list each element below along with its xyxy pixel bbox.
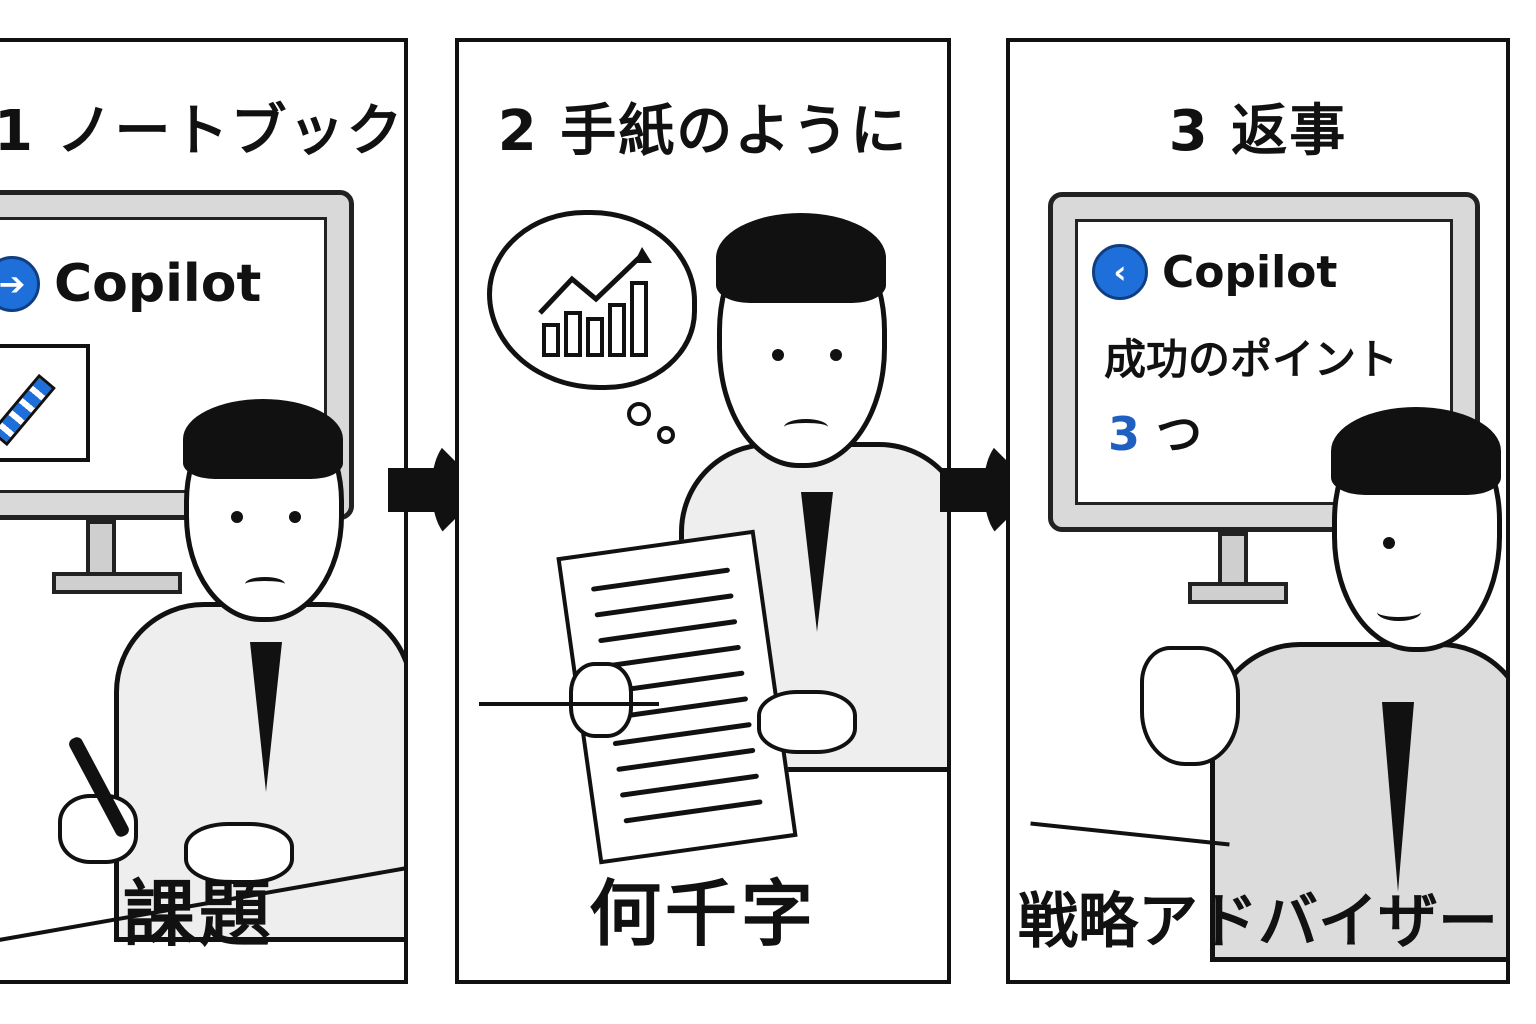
copilot-logo-icon: ‹ xyxy=(1092,244,1148,300)
notebook-window xyxy=(0,344,90,462)
hand xyxy=(569,662,633,738)
desk-edge xyxy=(1030,821,1230,847)
hair xyxy=(716,213,886,303)
panel-title: 3 返事 xyxy=(1168,99,1348,164)
person-head xyxy=(716,213,887,468)
necktie xyxy=(801,492,833,632)
panel-caption: 戦略アドバイザー xyxy=(1018,887,1498,957)
desk-edge xyxy=(479,702,659,706)
monitor-base xyxy=(1188,582,1288,604)
copilot-brand: Copilot xyxy=(1162,246,1338,298)
copilot-brand: Copilot xyxy=(54,254,262,314)
thought-bubble xyxy=(487,210,697,390)
hair xyxy=(1331,407,1501,495)
eye xyxy=(830,349,842,361)
panel-caption: 課題 xyxy=(122,872,275,956)
necktie xyxy=(1382,702,1414,892)
hand xyxy=(757,690,857,754)
eye xyxy=(772,349,784,361)
person-head xyxy=(1331,407,1502,652)
monitor-neck xyxy=(1218,532,1248,588)
pointing-hand xyxy=(1140,646,1240,766)
panel-reply: 3 返事 ‹ Copilot 成功のポイント 3 つ 戦略アドバイザー xyxy=(1006,38,1510,984)
mouth xyxy=(784,419,828,435)
panel-title: 2 手紙のように xyxy=(497,99,909,164)
hair xyxy=(183,399,343,479)
eye xyxy=(1383,537,1395,549)
mouth xyxy=(245,577,285,591)
eye xyxy=(289,511,301,523)
thought-dot xyxy=(657,426,675,444)
monitor-base xyxy=(52,572,182,594)
eye xyxy=(231,511,243,523)
copilot-header: ‹ Copilot xyxy=(1092,244,1337,300)
points-suffix: つ xyxy=(1156,407,1203,461)
copilot-logo-icon: ➔ xyxy=(0,256,40,312)
necktie xyxy=(250,642,282,792)
copilot-header: ➔ Copilot xyxy=(0,254,261,314)
smile xyxy=(1377,603,1421,621)
pencil-icon xyxy=(0,373,56,447)
person-head xyxy=(183,399,344,622)
thought-dot xyxy=(627,402,651,426)
panel-notebook: 1 ノートブック ➔ Copilot 課題 xyxy=(0,38,408,984)
bar-chart-icon xyxy=(538,247,652,357)
monitor-neck xyxy=(86,520,116,578)
points-count: 3 つ xyxy=(1108,398,1202,464)
panel-letter: 2 手紙のように 何千字 xyxy=(455,38,951,984)
panel-caption: 何千字 xyxy=(588,872,817,956)
success-points-heading: 成功のポイント xyxy=(1104,335,1399,384)
points-number: 3 xyxy=(1108,407,1141,461)
panel-title: 1 ノートブック xyxy=(0,99,405,164)
